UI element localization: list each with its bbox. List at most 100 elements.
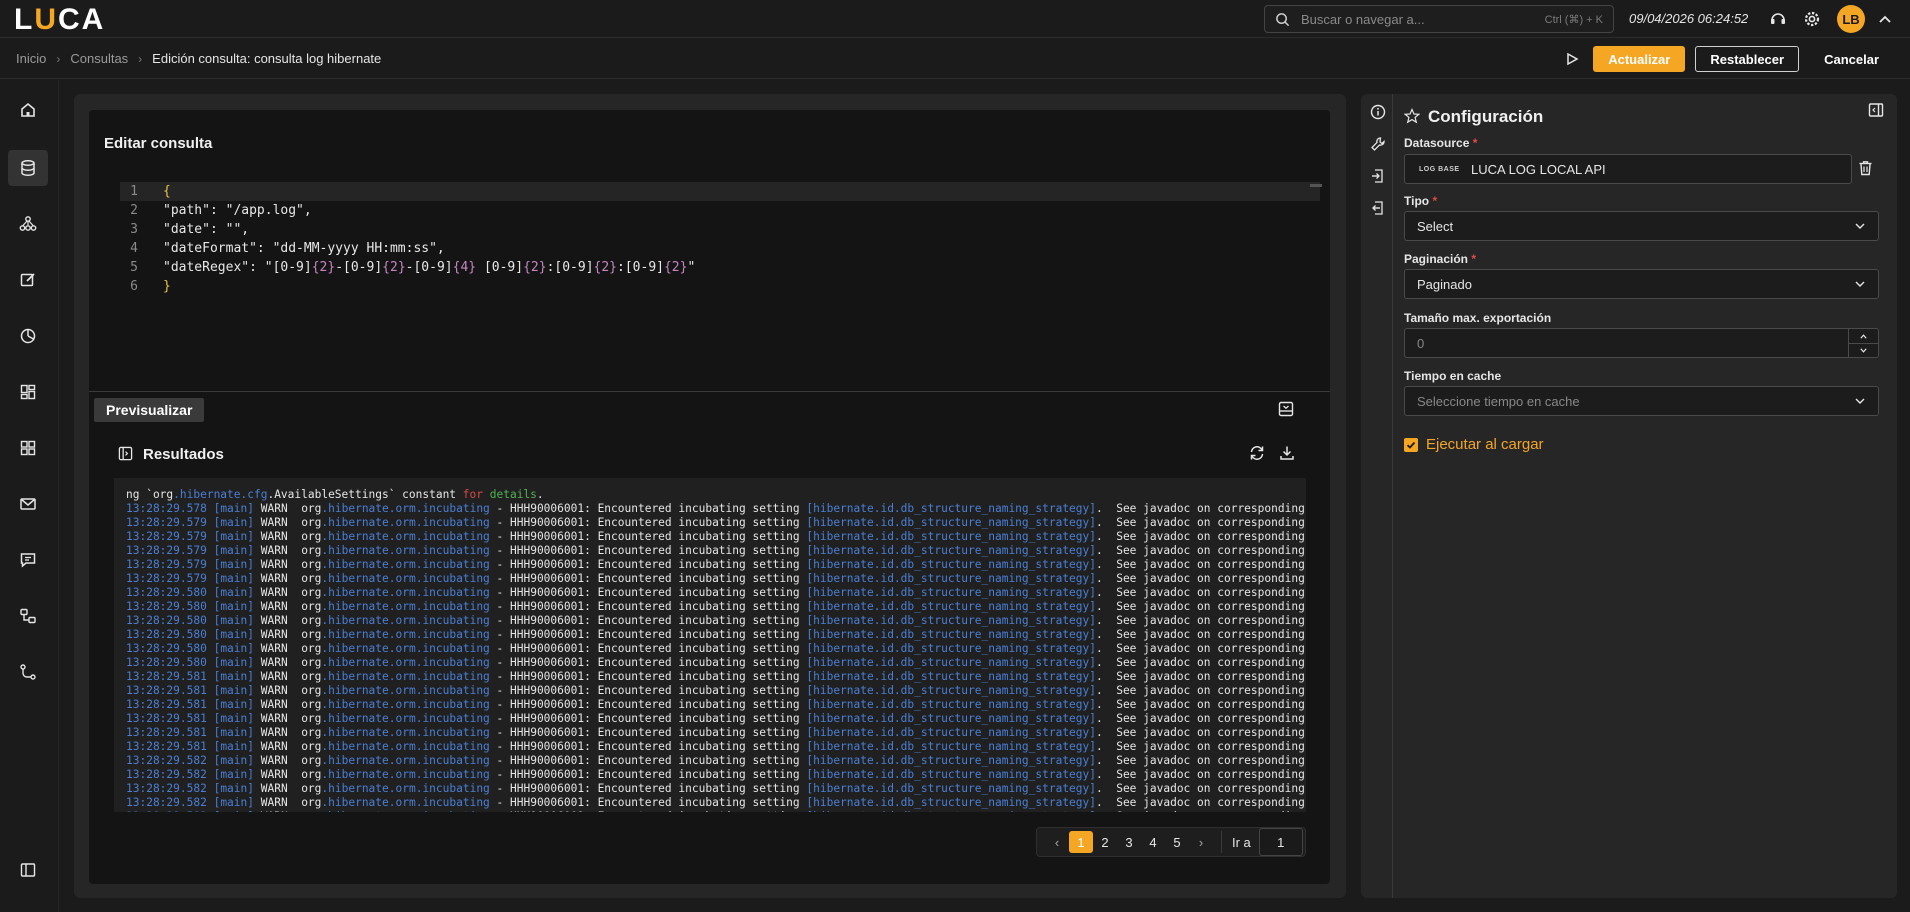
home-icon [21,102,35,117]
stepper-down-button[interactable] [1849,343,1878,357]
config-title: Configuración [1428,107,1544,126]
chevron-down-icon [1860,348,1867,353]
update-button[interactable]: Actualizar [1593,46,1686,72]
preview-tab[interactable]: Previsualizar [94,398,205,422]
search-shortcut: Ctrl (⌘) + K [1544,14,1603,26]
ejecutar-checkbox[interactable] [1404,438,1418,452]
chevron-right-icon: › [138,51,143,66]
refresh-icon[interactable] [1248,444,1266,462]
sidebar-item-routes[interactable] [8,654,48,690]
code-line: "dateRegex": "[0-9]{2}-[0-9]{2}-[0-9]{4}… [163,260,696,275]
panel-toggle-icon[interactable] [1868,102,1884,118]
datasource-field[interactable]: LOG BASE LUCA LOG LOCAL API [1404,154,1852,184]
code-line: } [163,279,171,294]
hierarchy-icon [19,216,37,231]
sidebar-item-dashboards[interactable] [8,374,48,410]
tamano-label: Tamaño max. exportación [1404,311,1552,325]
gear-icon[interactable] [1802,9,1822,29]
number-stepper[interactable] [1848,329,1878,357]
pie-chart-icon [20,328,36,344]
log-line: 13:28:29.582 [main] WARN org.hibernate.o… [126,754,1306,767]
sidebar-item-workflow[interactable] [8,598,48,634]
log-line: 13:28:29.581 [main] WARN org.hibernate.o… [126,684,1306,697]
top-bar: LUCA Buscar o navegar a... Ctrl (⌘) + K … [0,0,1910,38]
line-number: 4 [130,241,138,256]
log-line: 13:28:29.580 [main] WARN org.hibernate.o… [126,600,1306,613]
chevron-down-icon [1855,281,1865,287]
support-icon[interactable] [1768,9,1788,29]
breadcrumb-bar: Inicio › Consultas › Edición consulta: c… [0,39,1910,79]
results-icon [118,446,133,461]
tamano-input[interactable]: 0 [1404,328,1879,358]
log-line: 13:28:29.582 [main] WARN org.hibernate.o… [126,782,1306,795]
breadcrumb-inicio[interactable]: Inicio [16,51,46,66]
ejecutar-label[interactable]: Ejecutar al cargar [1426,436,1544,453]
export-icon [1372,201,1383,215]
resize-divider[interactable] [89,391,1330,392]
route-icon [20,664,36,680]
log-line: 13:28:29.580 [main] WARN org.hibernate.o… [126,628,1306,641]
breadcrumb-consultas[interactable]: Consultas [70,51,128,66]
cache-select[interactable]: Seleccione tiempo en cache [1404,386,1879,416]
download-icon[interactable] [1278,444,1296,462]
tab-import[interactable] [1368,166,1388,186]
chevron-down-icon [1855,398,1865,404]
datasource-value: LUCA LOG LOCAL API [1471,161,1606,177]
global-search[interactable]: Buscar o navegar a... Ctrl (⌘) + K [1264,5,1614,33]
sidebar-item-home[interactable] [8,92,48,128]
grid-icon [20,440,36,456]
sidebar-item-edit[interactable] [8,262,48,298]
database-icon [21,160,35,176]
log-line: 13:28:29.580 [main] WARN org.hibernate.o… [126,614,1306,627]
line-number: 3 [130,222,138,237]
sidebar-item-widgets[interactable] [8,430,48,466]
prev-page-button[interactable]: ‹ [1045,831,1069,853]
run-button[interactable] [1561,48,1583,70]
sidebar-item-chat[interactable] [8,542,48,578]
results-title: Resultados [143,446,224,463]
log-line: 13:28:29.579 [main] WARN org.hibernate.o… [126,572,1306,585]
page-button-2[interactable]: 2 [1093,831,1117,853]
next-page-button[interactable]: › [1189,831,1213,853]
workflow-icon [20,608,36,624]
stepper-up-button[interactable] [1849,329,1878,343]
breadcrumb-current: Edición consulta: consulta log hibernate [152,51,382,66]
page-button-4[interactable]: 4 [1141,831,1165,853]
luca-logo[interactable]: LUCA [14,3,105,37]
code-line: "date": "", [163,222,250,237]
line-number: 2 [130,203,138,218]
tipo-select[interactable]: Select [1404,211,1879,241]
sidebar-item-reports[interactable] [8,318,48,354]
page-button-3[interactable]: 3 [1117,831,1141,853]
page-button-1[interactable]: 1 [1069,831,1093,853]
sidebar-item-mail[interactable] [8,486,48,522]
user-avatar[interactable]: LB [1837,5,1865,33]
page-button-5[interactable]: 5 [1165,831,1189,853]
cache-label: Tiempo en cache [1404,369,1502,383]
log-line: ng `org.hibernate.cfg.AvailableSettings`… [126,488,544,501]
code-editor[interactable]: 1 { 2 "path": "/app.log", 3 "date": "", … [120,182,1320,382]
line-number: 1 [130,184,138,199]
reset-button[interactable]: Restablecer [1695,46,1800,72]
datasource-label: Datasource * [1404,136,1478,150]
log-output[interactable]: ng `org.hibernate.cfg.AvailableSettings`… [114,478,1306,812]
sidebar-item-hierarchy[interactable] [8,206,48,242]
sidebar-collapse-button[interactable] [8,852,48,888]
log-line: 13:28:29.579 [main] WARN org.hibernate.o… [126,516,1306,529]
sidebar-toggle-icon [20,863,36,877]
collapse-panel-icon[interactable] [1278,401,1294,417]
trash-icon[interactable] [1858,160,1873,176]
editor-scrollbar[interactable] [1310,184,1322,187]
cancel-button[interactable]: Cancelar [1809,46,1894,72]
log-line: 13:28:29.580 [main] WARN org.hibernate.o… [126,586,1306,599]
goto-page-input[interactable] [1258,828,1303,856]
tab-export[interactable] [1368,198,1388,218]
paginacion-select[interactable]: Paginado [1404,269,1879,299]
log-line: 13:28:29.582 [main] WARN org.hibernate.o… [126,768,1306,781]
sidebar-item-database[interactable] [8,150,48,186]
chevron-up-icon[interactable] [1875,9,1895,29]
dashboard-icon [20,384,36,400]
tab-info[interactable] [1368,102,1388,122]
tab-settings[interactable] [1368,134,1388,154]
star-icon[interactable] [1404,108,1420,124]
